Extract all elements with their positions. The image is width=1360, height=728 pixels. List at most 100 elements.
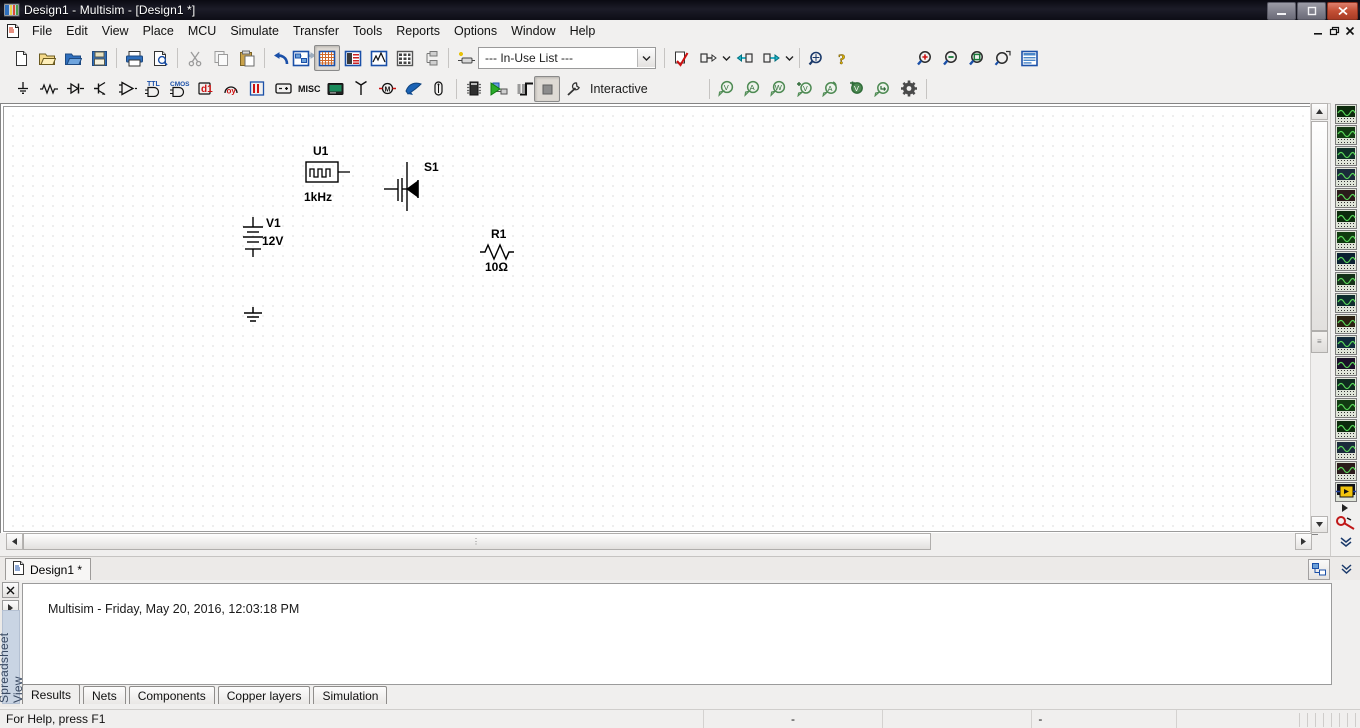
zoom-fit-button[interactable] — [964, 45, 990, 71]
iv-analyzer-instrument[interactable] — [1335, 314, 1357, 334]
horizontal-scroll-thumb[interactable]: ⋮ — [23, 533, 931, 550]
agilent-function-generator-instrument[interactable] — [1335, 398, 1357, 418]
find-button[interactable] — [804, 45, 830, 71]
digital-probe-button[interactable]: V — [844, 76, 870, 102]
function-generator-instrument[interactable] — [1335, 125, 1357, 145]
labview-instruments[interactable] — [1335, 482, 1357, 502]
document-icon[interactable] — [5, 23, 21, 39]
place-rf-button[interactable] — [348, 76, 374, 102]
place-cmos-button[interactable]: CMOS — [166, 76, 192, 102]
chevron-down-icon[interactable] — [637, 49, 655, 67]
place-indicator-button[interactable] — [244, 76, 270, 102]
menu-item-options[interactable]: Options — [447, 21, 504, 41]
print-button[interactable] — [121, 45, 147, 71]
in-use-list[interactable]: --- In-Use List --- — [478, 42, 656, 74]
menu-item-view[interactable]: View — [95, 21, 136, 41]
reference-probe-button[interactable] — [870, 76, 896, 102]
resize-grip[interactable] — [1299, 713, 1359, 727]
current-probe-button[interactable]: A — [740, 76, 766, 102]
place-misc-button[interactable]: MISC — [296, 76, 322, 102]
wrench-icon[interactable] — [560, 76, 586, 102]
annotate-caret-icon[interactable] — [784, 47, 795, 69]
menu-item-edit[interactable]: Edit — [59, 21, 95, 41]
spreadsheet-tab-copper-layers[interactable]: Copper layers — [218, 686, 311, 704]
instruments-overflow-chevron[interactable] — [1335, 535, 1357, 549]
minimize-button[interactable] — [1267, 2, 1296, 20]
frequency-counter-instrument[interactable] — [1335, 230, 1357, 250]
tab-overflow-chevron-icon[interactable] — [1336, 559, 1356, 578]
place-diode-button[interactable] — [62, 76, 88, 102]
spreadsheet-tab-nets[interactable]: Nets — [83, 686, 126, 704]
four-channel-oscilloscope-instrument[interactable] — [1335, 188, 1357, 208]
place-power-button[interactable] — [270, 76, 296, 102]
full-screen-button[interactable] — [288, 45, 314, 71]
labview-instruments-arrow[interactable] — [1335, 503, 1357, 513]
differential-voltage-probe-button[interactable]: V — [792, 76, 818, 102]
place-ni-components-button[interactable] — [400, 76, 426, 102]
oscilloscope-instrument[interactable] — [1335, 167, 1357, 187]
menu-item-window[interactable]: Window — [504, 21, 562, 41]
place-transistor-button[interactable] — [88, 76, 114, 102]
stop-button[interactable] — [534, 76, 560, 102]
zoom-in-button[interactable] — [912, 45, 938, 71]
forward-annotate-button[interactable] — [758, 45, 784, 71]
spreadsheet-tab-components[interactable]: Components — [129, 686, 215, 704]
place-advanced-peripherals-button[interactable] — [322, 76, 348, 102]
transfer-to-ultiboard-button[interactable] — [695, 45, 721, 71]
open-samples-button[interactable] — [60, 45, 86, 71]
menu-item-help[interactable]: Help — [563, 21, 603, 41]
erc-check-button[interactable] — [669, 45, 695, 71]
spreadsheet-view-button[interactable] — [340, 45, 366, 71]
bode-plotter-instrument[interactable] — [1335, 209, 1357, 229]
canvas-horizontal-scrollbar[interactable]: ⋮ — [0, 533, 1312, 550]
zoom-out-button[interactable] — [938, 45, 964, 71]
spreadsheet-tab-simulation[interactable]: Simulation — [313, 686, 387, 704]
menu-item-place[interactable]: Place — [136, 21, 181, 41]
grapher-button[interactable] — [366, 45, 392, 71]
logic-converter-instrument[interactable] — [1335, 272, 1357, 292]
document-tab-design1[interactable]: Design1 * — [5, 558, 91, 581]
menu-item-transfer[interactable]: Transfer — [286, 21, 346, 41]
zoom-area-button[interactable] — [990, 45, 1016, 71]
spreadsheet-results-panel[interactable]: Multisim - Friday, May 20, 2016, 12:03:1… — [22, 583, 1332, 685]
spreadsheet-close-button[interactable] — [2, 582, 19, 598]
run-button[interactable] — [482, 76, 508, 102]
agilent-oscilloscope-instrument[interactable] — [1335, 440, 1357, 460]
canvas-vertical-scrollbar[interactable]: ≡ — [1310, 103, 1328, 534]
schematic-canvas-area[interactable]: U1 1kHz S1 — [0, 103, 1330, 553]
scroll-left-button[interactable] — [6, 533, 23, 550]
help-button[interactable]: ? — [830, 45, 856, 71]
place-mixed-button[interactable]: oy — [218, 76, 244, 102]
copy-button[interactable] — [208, 45, 234, 71]
paste-button[interactable] — [234, 45, 260, 71]
transfer-caret-icon[interactable] — [721, 47, 732, 69]
spectrum-analyzer-instrument[interactable] — [1335, 356, 1357, 376]
close-button[interactable] — [1327, 2, 1358, 20]
agilent-multimeter-instrument[interactable] — [1335, 419, 1357, 439]
hierarchy-toggle-button[interactable] — [1308, 559, 1330, 580]
current-probe-instrument[interactable] — [1335, 514, 1357, 534]
postprocessor-button[interactable] — [392, 45, 418, 71]
voltage-and-current-probe-button[interactable]: A — [818, 76, 844, 102]
place-electromechanical-button[interactable]: M — [374, 76, 400, 102]
print-preview-button[interactable] — [147, 45, 173, 71]
cut-button[interactable] — [182, 45, 208, 71]
save-button[interactable] — [86, 45, 112, 71]
multimeter-instrument[interactable] — [1335, 104, 1357, 124]
scroll-down-button[interactable] — [1311, 516, 1328, 533]
place-source-button[interactable] — [10, 76, 36, 102]
mdi-close-button[interactable] — [1342, 23, 1357, 38]
distortion-analyzer-instrument[interactable] — [1335, 335, 1357, 355]
hierarchy-button[interactable] — [418, 45, 444, 71]
probe-settings-button[interactable] — [896, 76, 922, 102]
tektronix-oscilloscope-instrument[interactable] — [1335, 461, 1357, 481]
logic-analyzer-instrument[interactable] — [1335, 293, 1357, 313]
menu-item-mcu[interactable]: MCU — [181, 21, 223, 41]
menu-item-file[interactable]: File — [25, 21, 59, 41]
place-connectors-button[interactable] — [426, 76, 452, 102]
zoom-sheet-button[interactable] — [1016, 45, 1042, 71]
in-use-list-combo[interactable]: --- In-Use List --- — [478, 47, 656, 69]
network-analyzer-instrument[interactable] — [1335, 377, 1357, 397]
menu-item-simulate[interactable]: Simulate — [223, 21, 286, 41]
place-analog-button[interactable] — [114, 76, 140, 102]
